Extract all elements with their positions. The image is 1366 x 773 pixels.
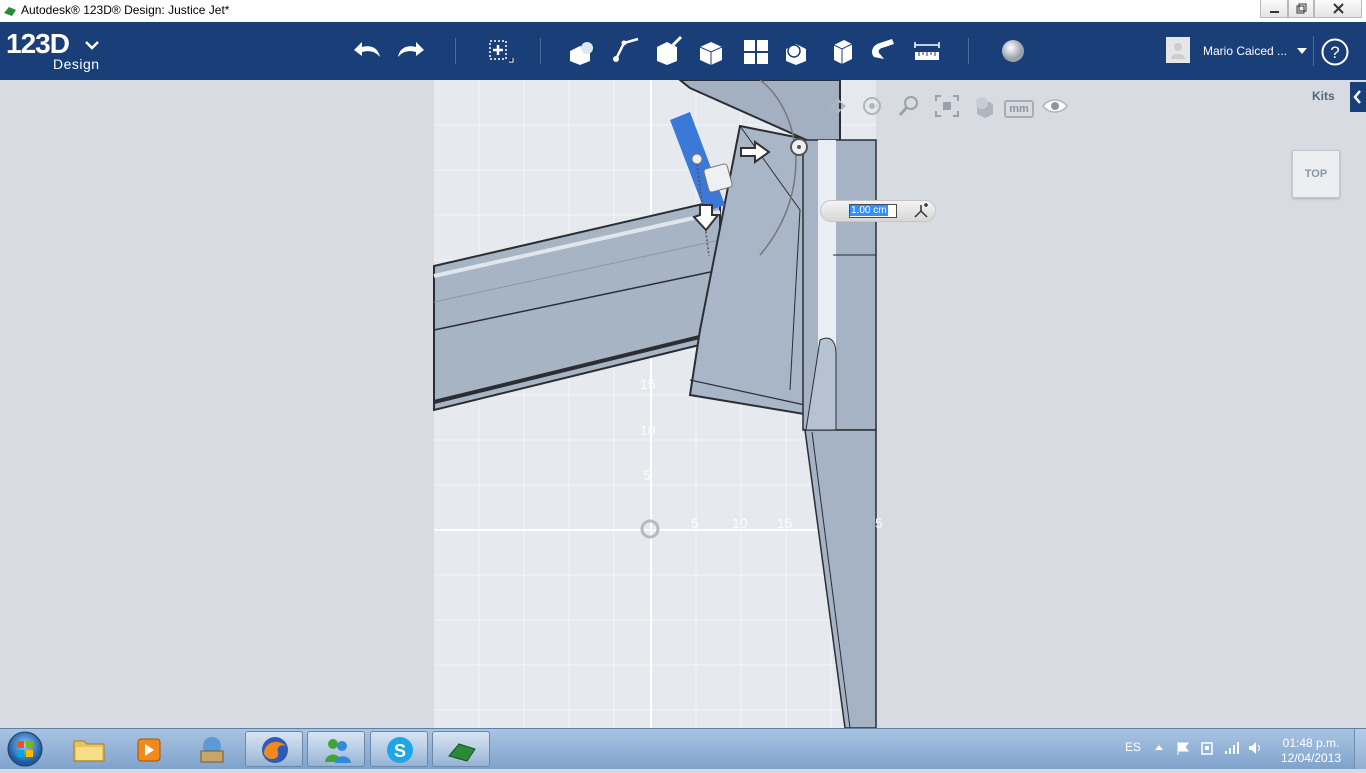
- modify-icon[interactable]: [696, 35, 728, 67]
- show-hidden-icons[interactable]: [1154, 743, 1164, 751]
- volume-icon[interactable]: [1247, 740, 1263, 756]
- taskbar-firefox[interactable]: [245, 731, 303, 767]
- taskbar: S ES 01:48 p.m. 12/04/2013: [0, 728, 1366, 769]
- device-icon[interactable]: [1199, 740, 1215, 756]
- window-title: Autodesk® 123D® Design: Justice Jet*: [21, 3, 230, 17]
- grid-label-y: 10: [640, 422, 656, 438]
- undo-icon[interactable]: [352, 35, 384, 67]
- chevron-down-icon[interactable]: [1297, 48, 1307, 54]
- scene-canvas[interactable]: 15 10 5 5 10 15 5: [0, 80, 1366, 728]
- orbit-icon[interactable]: [860, 94, 884, 118]
- skype-icon: S: [387, 737, 413, 763]
- snap-icon[interactable]: [868, 35, 900, 67]
- title-bar: Autodesk® 123D® Design: Justice Jet*: [0, 0, 1366, 23]
- kits-label[interactable]: Kits: [1312, 89, 1335, 103]
- media-player-icon: [137, 738, 161, 762]
- combine-icon[interactable]: [826, 35, 858, 67]
- toolbar-separator: [540, 38, 541, 64]
- network-icon[interactable]: [1223, 740, 1239, 756]
- chevron-left-icon: [1353, 90, 1361, 104]
- taskbar-paint[interactable]: [182, 731, 240, 767]
- pattern-icon[interactable]: [740, 35, 772, 67]
- grid-label-x: 5: [691, 515, 699, 531]
- view-cube[interactable]: TOP: [1292, 150, 1340, 198]
- visibility-icon[interactable]: [1041, 97, 1069, 115]
- minimize-button[interactable]: [1260, 0, 1288, 18]
- redo-icon[interactable]: [394, 35, 426, 67]
- sketch-icon[interactable]: [610, 35, 642, 67]
- app-logo-subtitle: Design: [53, 56, 100, 72]
- firefox-icon: [262, 737, 288, 763]
- app-icon: [4, 7, 16, 16]
- taskbar-skype[interactable]: S: [370, 731, 428, 767]
- grouping-icon[interactable]: [782, 35, 814, 67]
- toolbar-separator: [1313, 36, 1314, 66]
- start-button[interactable]: [4, 729, 46, 769]
- action-center-flag-icon[interactable]: [1175, 740, 1191, 756]
- language-indicator[interactable]: ES: [1125, 740, 1141, 754]
- taskbar-123d-design[interactable]: [432, 731, 490, 767]
- svg-text:?: ?: [1330, 43, 1339, 62]
- taskbar-messenger[interactable]: [307, 731, 365, 767]
- restore-button[interactable]: [1288, 0, 1314, 18]
- material-icon[interactable]: [997, 35, 1029, 67]
- taskbar-explorer[interactable]: [60, 731, 118, 767]
- zoom-icon[interactable]: [897, 94, 921, 118]
- primitives-icon[interactable]: [566, 35, 598, 67]
- 3d-viewport[interactable]: 15 10 5 5 10 15 5 mm Kits TOP 1.00 cm: [0, 80, 1366, 728]
- chevron-down-icon[interactable]: [84, 40, 100, 50]
- grid-label-y: 5: [643, 467, 651, 483]
- clock[interactable]: 01:48 p.m. 12/04/2013: [1276, 736, 1346, 766]
- avatar[interactable]: [1166, 37, 1190, 63]
- 123d-design-icon: [448, 743, 476, 762]
- show-desktop-button[interactable]: [1354, 729, 1366, 769]
- transform-icon[interactable]: [483, 35, 515, 67]
- user-name[interactable]: Mario Caiced ...: [1203, 44, 1287, 58]
- view-mode-icon[interactable]: [971, 94, 997, 120]
- folder-icon: [73, 740, 105, 762]
- construct-icon[interactable]: [653, 35, 685, 67]
- svg-text:S: S: [394, 741, 406, 761]
- toolbar-separator: [968, 38, 969, 64]
- grid-label-x: 5: [875, 515, 883, 531]
- grid-label-x: 15: [777, 515, 793, 531]
- messenger-icon: [325, 739, 351, 763]
- fit-view-icon[interactable]: [934, 94, 960, 118]
- dimension-input[interactable]: 1.00 cm: [849, 204, 897, 218]
- units-button[interactable]: mm: [1004, 100, 1034, 118]
- pan-icon[interactable]: [826, 94, 850, 118]
- app-toolbar: 123D Design Mario Caiced ... ?: [0, 22, 1366, 80]
- clock-date: 12/04/2013: [1280, 751, 1342, 765]
- taskbar-media-player[interactable]: [120, 731, 178, 767]
- kits-panel-toggle[interactable]: [1350, 82, 1366, 112]
- paint-icon: [200, 737, 224, 763]
- grid-label-y: 15: [640, 376, 656, 392]
- dimension-value: 1.00 cm: [850, 205, 888, 216]
- clock-time: 01:48 p.m.: [1282, 736, 1340, 750]
- grid-label-x: 10: [732, 515, 748, 531]
- toolbar-separator: [455, 38, 456, 64]
- snap-target-icon[interactable]: [912, 202, 930, 220]
- measure-icon[interactable]: [911, 35, 943, 67]
- help-icon[interactable]: ?: [1320, 37, 1350, 67]
- close-button[interactable]: [1314, 0, 1362, 18]
